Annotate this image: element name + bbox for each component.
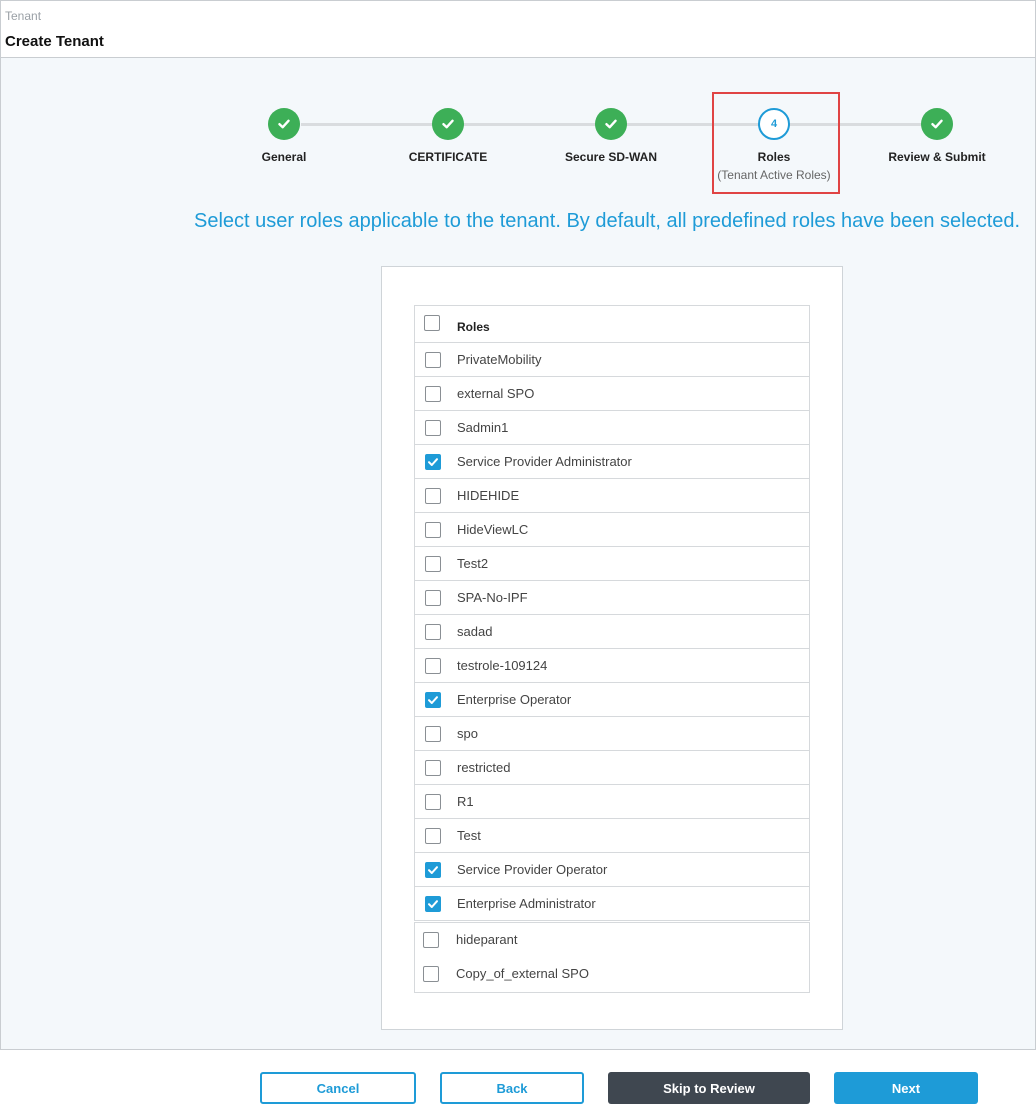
step-general-check-icon[interactable] [268,108,300,140]
step-sdwan-label: Secure SD-WAN [564,150,658,164]
page-title: Create Tenant [5,33,104,50]
role-row[interactable]: Copy_of_external SPO [414,957,810,993]
step-sdwan-check-icon[interactable] [595,108,627,140]
role-checkbox[interactable] [425,760,441,776]
role-checkbox[interactable] [425,862,441,878]
step-roles-sublabel: (Tenant Active Roles) [717,168,831,182]
role-name: SPA-No-IPF [457,590,528,605]
cancel-button[interactable]: Cancel [260,1072,416,1104]
role-name: Copy_of_external SPO [456,966,589,981]
role-name: Service Provider Operator [457,862,608,877]
role-row[interactable]: PrivateMobility [414,342,810,377]
role-name: Enterprise Administrator [457,896,596,911]
instruction-text: Select user roles applicable to the tena… [194,210,1021,232]
step-general-label: General [261,150,307,164]
role-name: PrivateMobility [457,352,542,367]
role-checkbox[interactable] [423,966,439,982]
role-row[interactable]: HIDEHIDE [414,478,810,513]
role-row[interactable]: R1 [414,784,810,819]
role-checkbox[interactable] [425,692,441,708]
role-checkbox[interactable] [425,726,441,742]
wizard-frame: Tenant Create Tenant General CERTIFICATE… [0,0,1036,1104]
role-row[interactable]: restricted [414,750,810,785]
back-button[interactable]: Back [440,1072,584,1104]
role-row[interactable]: Enterprise Administrator [414,886,810,921]
role-row[interactable]: Service Provider Operator [414,852,810,887]
role-checkbox[interactable] [425,828,441,844]
step-review-label: Review & Submit [888,150,986,164]
page-header: Tenant Create Tenant [1,1,1035,58]
role-name: Service Provider Administrator [457,454,632,469]
breadcrumb[interactable]: Tenant [5,9,41,23]
role-checkbox[interactable] [425,624,441,640]
role-checkbox[interactable] [425,794,441,810]
role-name: HIDEHIDE [457,488,520,503]
role-name: R1 [457,794,474,809]
step-certificate-label: CERTIFICATE [408,150,488,164]
roles-column-header: Roles [457,320,490,334]
role-row[interactable]: sadad [414,614,810,649]
role-row[interactable]: testrole-109124 [414,648,810,683]
role-name: testrole-109124 [457,658,548,673]
role-checkbox[interactable] [425,522,441,538]
role-name: Sadmin1 [457,420,509,435]
role-checkbox[interactable] [425,556,441,572]
step-review-check-icon[interactable] [921,108,953,140]
step-roles-label: Roles [757,150,791,164]
role-checkbox[interactable] [425,896,441,912]
role-checkbox[interactable] [425,454,441,470]
role-row[interactable]: hideparant [414,922,810,958]
role-name: HideViewLC [457,522,529,537]
role-row[interactable]: HideViewLC [414,512,810,547]
role-checkbox[interactable] [425,386,441,402]
role-row[interactable]: SPA-No-IPF [414,580,810,615]
role-checkbox[interactable] [425,590,441,606]
select-all-checkbox[interactable] [424,315,440,331]
role-row[interactable]: Test2 [414,546,810,581]
role-name: Test [457,828,481,843]
step-certificate-check-icon[interactable] [432,108,464,140]
role-name: spo [457,726,478,741]
role-name: sadad [457,624,493,639]
role-checkbox[interactable] [425,488,441,504]
role-name: Enterprise Operator [457,692,572,707]
role-row[interactable]: external SPO [414,376,810,411]
role-checkbox[interactable] [425,420,441,436]
next-button[interactable]: Next [834,1072,978,1104]
role-row[interactable]: Enterprise Operator [414,682,810,717]
role-name: hideparant [456,932,518,947]
skip-to-review-button[interactable]: Skip to Review [608,1072,810,1104]
role-checkbox[interactable] [423,932,439,948]
roles-table-header: Roles [414,305,810,343]
role-checkbox[interactable] [425,658,441,674]
role-name: Test2 [457,556,489,571]
role-row[interactable]: spo [414,716,810,751]
role-checkbox[interactable] [425,352,441,368]
role-name: restricted [457,760,511,775]
role-row[interactable]: Service Provider Administrator [414,444,810,479]
role-name: external SPO [457,386,535,401]
role-row[interactable]: Test [414,818,810,853]
step-roles-number[interactable]: 4 [758,108,790,140]
role-row[interactable]: Sadmin1 [414,410,810,445]
